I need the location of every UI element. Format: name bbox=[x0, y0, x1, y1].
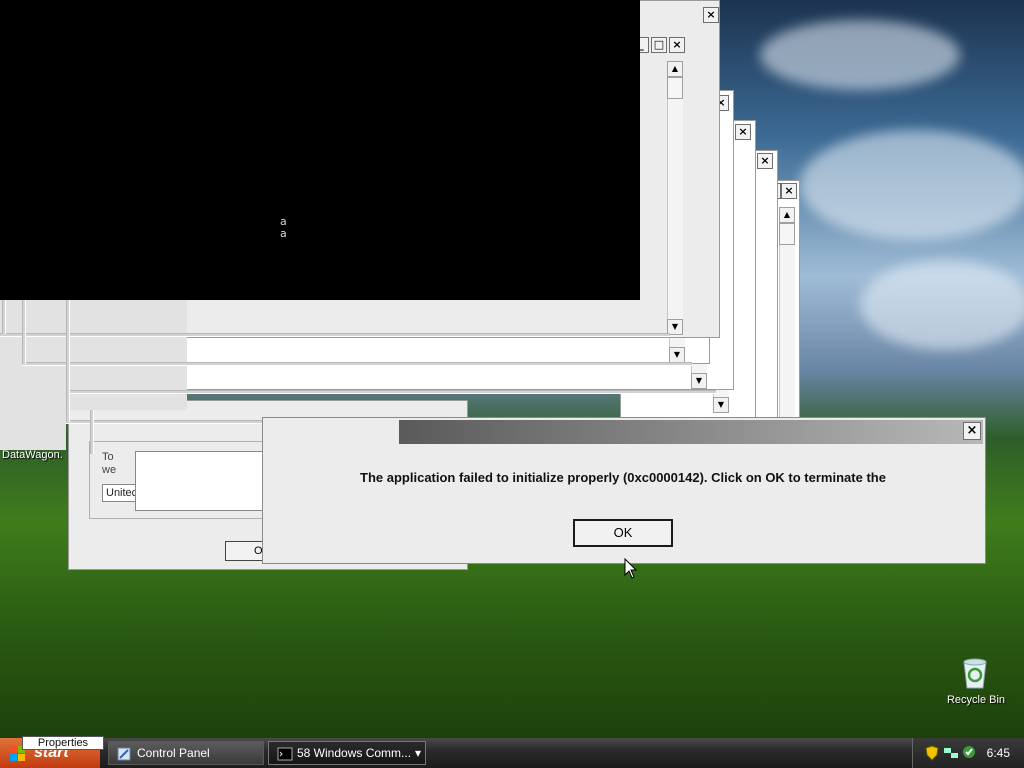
dropdown-arrow-icon[interactable]: ▾ bbox=[415, 742, 421, 764]
clock[interactable]: 6:45 bbox=[987, 746, 1010, 760]
tab-text: To bbox=[102, 451, 114, 463]
error-dialog[interactable]: × The application failed to initialize p… bbox=[262, 417, 986, 564]
dialog-title-bar[interactable] bbox=[399, 420, 983, 444]
close-icon[interactable]: × bbox=[963, 422, 981, 440]
recycle-bin-icon bbox=[963, 658, 987, 689]
close-icon[interactable]: × bbox=[735, 124, 751, 140]
console-window[interactable]: a a bbox=[0, 0, 640, 300]
scroll-up-icon[interactable]: ▲ bbox=[667, 61, 683, 77]
divider bbox=[66, 300, 70, 422]
scroll-down-icon[interactable]: ▼ bbox=[691, 373, 707, 389]
list-box[interactable] bbox=[135, 451, 267, 511]
error-message: The application failed to initialize pro… bbox=[360, 470, 886, 485]
ok-button[interactable]: OK bbox=[573, 519, 673, 547]
mouse-cursor-icon bbox=[624, 558, 638, 579]
blank-panel bbox=[0, 410, 66, 450]
scroll-thumb[interactable] bbox=[779, 223, 795, 245]
tooltip: Properties bbox=[22, 736, 104, 750]
scroll-down-icon[interactable]: ▼ bbox=[713, 397, 729, 413]
close-icon[interactable]: × bbox=[757, 153, 773, 169]
taskbar-item-label: Control Panel bbox=[137, 746, 210, 760]
divider bbox=[0, 333, 670, 337]
network-icon[interactable] bbox=[943, 746, 959, 760]
datawagon-icon-label[interactable]: DataWagon. bbox=[2, 449, 63, 461]
console-output-line: a bbox=[280, 227, 287, 240]
scrollbar[interactable]: ▲ ▼ bbox=[667, 61, 683, 337]
close-icon[interactable]: × bbox=[669, 37, 685, 53]
divider bbox=[66, 420, 266, 424]
divider bbox=[22, 362, 692, 366]
scrollbar[interactable]: ▲ bbox=[779, 207, 795, 419]
command-prompt-icon bbox=[277, 747, 293, 761]
update-icon[interactable] bbox=[961, 744, 977, 760]
divider bbox=[66, 390, 716, 394]
taskbar-item-command-windows[interactable]: 58 Windows Comm... ▾ bbox=[268, 741, 426, 765]
scroll-down-icon[interactable]: ▼ bbox=[669, 347, 685, 363]
recycle-bin-label: Recycle Bin bbox=[946, 694, 1006, 706]
security-shield-icon[interactable] bbox=[925, 745, 939, 761]
scroll-thumb[interactable] bbox=[667, 77, 683, 99]
taskbar: start Properties Control Panel 58 Window… bbox=[0, 736, 1024, 768]
divider bbox=[22, 300, 26, 364]
divider bbox=[2, 300, 6, 334]
close-icon[interactable]: × bbox=[781, 183, 797, 199]
maximize-icon[interactable]: □ bbox=[651, 37, 667, 53]
close-icon[interactable]: × bbox=[703, 7, 719, 23]
sky-cloud bbox=[860, 260, 1024, 350]
recycle-bin[interactable]: Recycle Bin bbox=[944, 656, 1008, 712]
sky-cloud bbox=[800, 130, 1024, 240]
sky-cloud bbox=[760, 20, 960, 90]
divider bbox=[90, 410, 94, 454]
taskbar-item-label: 58 Windows Comm... bbox=[297, 746, 412, 760]
tab-text: we bbox=[102, 464, 117, 476]
control-panel-icon bbox=[117, 747, 131, 761]
system-tray: 6:45 bbox=[912, 738, 1024, 768]
scroll-up-icon[interactable]: ▲ bbox=[779, 207, 795, 223]
taskbar-item-control-panel[interactable]: Control Panel bbox=[108, 741, 264, 765]
